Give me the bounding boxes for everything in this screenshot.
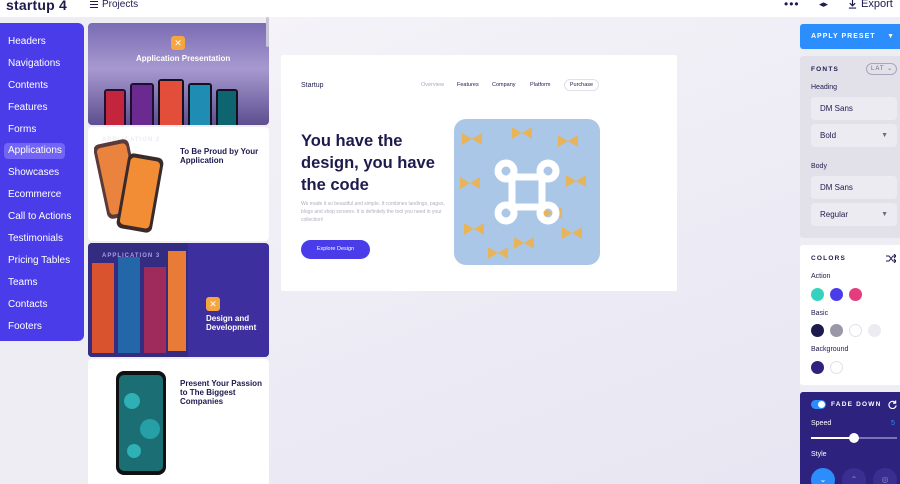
preview-logo[interactable]: Startup <box>301 82 324 89</box>
background-color-swatch[interactable] <box>830 361 843 374</box>
top-bar: startup 4 Projects ••• ◂▸ Export <box>0 0 900 17</box>
projects-label: Projects <box>102 0 139 10</box>
preview-nav-overview[interactable]: Overview <box>421 82 444 88</box>
animation-title: FADE DOWN <box>831 401 882 408</box>
style-option-fade-down[interactable]: ⌄ <box>811 468 835 484</box>
thumbnail-title: Application Presentation <box>136 54 231 63</box>
speed-value: 5 <box>891 420 895 427</box>
thumbnail-title: Design and Development <box>206 314 257 332</box>
menu-item-contacts[interactable]: Contacts <box>4 297 66 313</box>
chevron-down-icon: ▼ <box>887 33 895 40</box>
phone-mockups-image <box>94 139 164 233</box>
body-weight-value: Regular <box>820 210 849 219</box>
projects-menu-button[interactable]: Projects <box>90 0 138 10</box>
body-weight-select[interactable]: Regular ▼ <box>811 203 897 226</box>
app-title: startup 4 <box>6 0 67 13</box>
heading-weight-value: Bold <box>820 131 837 140</box>
apply-preset-label: APPLY PRESET <box>811 33 876 40</box>
preview-nav-platform[interactable]: Platform <box>530 82 550 88</box>
colors-panel: COLORS Action Basic Background <box>800 245 900 385</box>
action-color-swatch[interactable] <box>849 288 862 301</box>
refresh-icon[interactable] <box>888 400 897 409</box>
fonts-panel: FONTS LAT ⌄ Heading DM Sans Bold ▼ Body … <box>800 56 900 238</box>
shuffle-icon[interactable] <box>886 254 896 263</box>
preview-hero-text: We made it so beautiful and simple. It c… <box>301 201 445 223</box>
colors-panel-title: COLORS <box>811 255 847 262</box>
thumbnail-application-1[interactable]: ✕ Application Presentation <box>88 23 269 125</box>
menu-item-testimonials[interactable]: Testimonials <box>4 231 66 247</box>
basic-color-swatch[interactable] <box>811 324 824 337</box>
phone-wall-image <box>88 243 188 357</box>
basic-color-swatch[interactable] <box>849 324 862 337</box>
menu-item-teams[interactable]: Teams <box>4 275 66 291</box>
download-icon <box>848 0 857 9</box>
thumbnail-application-3[interactable]: APPLICATION 3 ✕ Design and Development <box>88 243 269 357</box>
phone-mockup-image <box>116 371 166 475</box>
menu-item-navigations[interactable]: Navigations <box>4 56 66 72</box>
block-category-menu: Headers Navigations Contents Features Fo… <box>0 23 84 341</box>
menu-item-applications[interactable]: Applications <box>4 143 65 160</box>
charset-value: LAT <box>871 66 885 72</box>
menu-item-footers[interactable]: Footers <box>4 319 66 335</box>
thumbnail-application-2[interactable]: APPLICATION 2 To Be Proud by Your Applic… <box>88 127 269 241</box>
expand-arrows-icon[interactable]: ◂▸ <box>819 0 828 10</box>
app-logo-icon: ✕ <box>206 297 220 311</box>
phone-mockups-image <box>104 79 238 125</box>
basic-color-swatch[interactable] <box>830 324 843 337</box>
thumbnail-title: Present Your Passion to The Biggest Comp… <box>180 379 262 406</box>
menu-item-showcases[interactable]: Showcases <box>4 165 66 181</box>
heading-font-label: Heading <box>811 84 838 91</box>
speed-slider-fill <box>811 437 854 439</box>
background-colors-label: Background <box>811 346 849 353</box>
speed-slider-handle[interactable] <box>849 433 859 443</box>
action-color-swatch[interactable] <box>811 288 824 301</box>
menu-item-headers[interactable]: Headers <box>4 34 66 50</box>
more-options-button[interactable]: ••• <box>784 0 800 11</box>
animation-panel: FADE DOWN Speed 5 Style ⌄ ⌃ ◎ <box>800 392 900 484</box>
preview-page: Startup Overview Features Company Platfo… <box>281 55 677 291</box>
charset-select[interactable]: LAT ⌄ <box>866 63 897 75</box>
export-label: Export <box>861 0 893 10</box>
chevron-down-icon: ▼ <box>881 132 888 139</box>
menu-item-contents[interactable]: Contents <box>4 78 66 94</box>
menu-item-features[interactable]: Features <box>4 100 66 116</box>
heading-font-select[interactable]: DM Sans <box>811 97 897 120</box>
style-option-fade-up[interactable]: ⌃ <box>842 468 866 484</box>
thumbnail-scrollbar[interactable] <box>266 17 269 47</box>
preview-nav-company[interactable]: Company <box>492 82 516 88</box>
thumbnail-application-4[interactable]: Present Your Passion to The Biggest Comp… <box>88 359 269 484</box>
style-label: Style <box>811 451 827 458</box>
chevron-down-icon: ▼ <box>881 211 888 218</box>
preview-hero-heading: You have the design, you have the code <box>301 132 435 194</box>
menu-item-ecommerce[interactable]: Ecommerce <box>4 187 66 203</box>
hamburger-icon <box>90 1 98 9</box>
body-font-label: Body <box>811 163 827 170</box>
pasta-command-image <box>460 127 586 259</box>
action-color-swatch[interactable] <box>830 288 843 301</box>
heading-weight-select[interactable]: Bold ▼ <box>811 124 897 147</box>
body-font-select[interactable]: DM Sans <box>811 176 897 199</box>
preview-nav-features[interactable]: Features <box>457 82 479 88</box>
menu-item-forms[interactable]: Forms <box>4 122 66 138</box>
animation-toggle[interactable] <box>811 400 826 409</box>
preview-hero-image <box>454 119 600 265</box>
menu-item-pricing-tables[interactable]: Pricing Tables <box>4 253 70 269</box>
style-option-zoom[interactable]: ◎ <box>873 468 897 484</box>
fonts-panel-title: FONTS <box>811 66 840 73</box>
basic-color-swatch[interactable] <box>868 324 881 337</box>
menu-item-call-to-actions[interactable]: Call to Actions <box>4 209 71 225</box>
app-logo-icon: ✕ <box>171 36 185 50</box>
background-color-swatch[interactable] <box>811 361 824 374</box>
export-button[interactable]: Export <box>848 0 893 10</box>
thumbnail-title: To Be Proud by Your Application <box>180 147 259 165</box>
speed-label: Speed <box>811 420 832 427</box>
apply-preset-button[interactable]: APPLY PRESET ▼ <box>800 24 900 49</box>
action-colors-label: Action <box>811 273 831 280</box>
basic-colors-label: Basic <box>811 310 829 317</box>
thumbnail-tag: APPLICATION 3 <box>102 253 161 259</box>
block-thumbnail-list: ✕ Application Presentation APPLICATION 2… <box>88 23 269 484</box>
speed-slider[interactable] <box>811 433 897 443</box>
preview-purchase-button[interactable]: Purchase <box>564 79 599 91</box>
preview-explore-button[interactable]: Explore Design <box>301 240 370 259</box>
